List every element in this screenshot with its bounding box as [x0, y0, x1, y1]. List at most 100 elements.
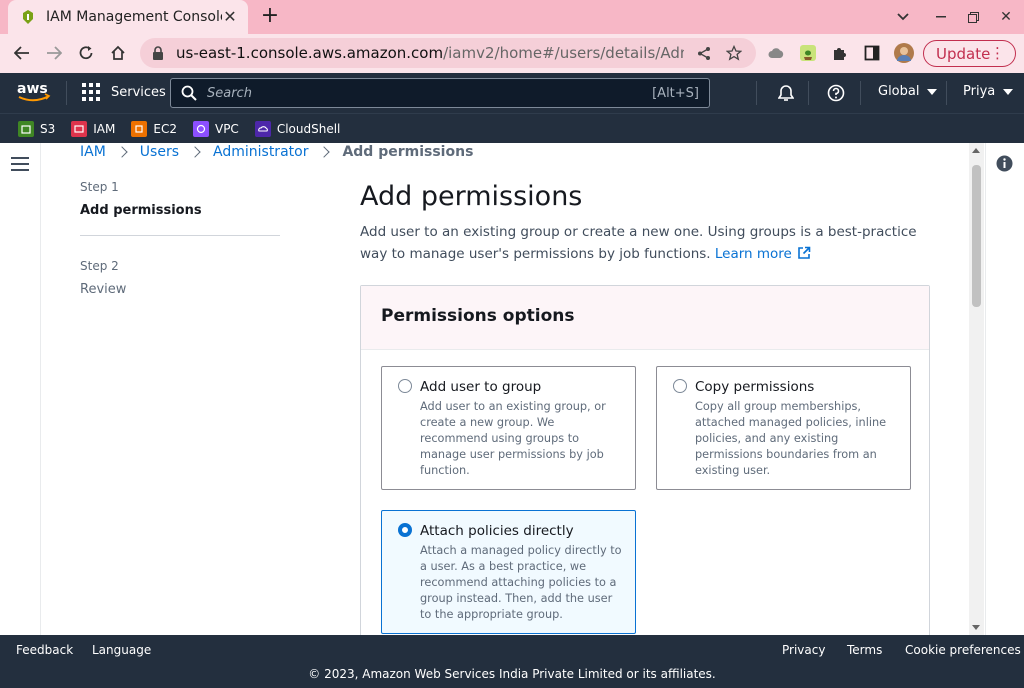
back-icon[interactable] [10, 41, 34, 65]
step-2-number: Step 2 [80, 259, 119, 273]
scroll-up-icon[interactable] [972, 148, 980, 153]
option-attach-policies-directly[interactable]: Attach policies directly Attach a manage… [381, 510, 636, 634]
services-menu[interactable]: Services [82, 83, 166, 101]
more-vert-icon: ⋮ [990, 44, 1005, 62]
nav-divider [808, 81, 809, 105]
new-tab-icon[interactable]: + [258, 5, 282, 29]
scrollbar-thumb[interactable] [972, 165, 981, 307]
step-divider [80, 235, 280, 236]
favorites-bar: S3 IAM EC2 VPC CloudShell [0, 113, 1024, 143]
help-panel-rail [985, 143, 1024, 635]
radio-add-user-to-group[interactable] [398, 379, 412, 393]
option-copy-permissions[interactable]: Copy permissions Copy all group membersh… [656, 366, 911, 490]
help-icon[interactable] [826, 83, 846, 103]
option-description: Add user to an existing group, or create… [420, 400, 606, 477]
search-icon [181, 85, 197, 101]
option-title: Copy permissions [695, 379, 815, 395]
forward-icon[interactable] [42, 41, 66, 65]
chevron-right-icon [318, 145, 331, 158]
page-scrollbar[interactable] [969, 143, 984, 635]
cloudshell-icon [254, 120, 271, 137]
panel-header: Permissions options [361, 286, 929, 350]
learn-more-link[interactable]: Learn more [715, 246, 811, 262]
minimize-icon[interactable] [930, 6, 952, 28]
aws-logo[interactable]: aws [16, 80, 52, 106]
radio-attach-policies-directly[interactable] [398, 523, 412, 537]
home-icon[interactable] [106, 41, 130, 65]
step-1-title: Add permissions [80, 203, 202, 218]
info-icon[interactable] [996, 155, 1013, 172]
search-shortcut-hint: [Alt+S] [652, 85, 699, 101]
notifications-bell-icon[interactable] [776, 83, 796, 103]
address-bar[interactable]: us-east-1.console.aws.amazon.com/iamv2/h… [140, 38, 756, 68]
copyright-text: © 2023, Amazon Web Services India Privat… [308, 667, 716, 681]
radio-copy-permissions[interactable] [673, 379, 687, 393]
browser-tab[interactable]: IAM Management Console ✕ [8, 0, 248, 34]
step-1-number: Step 1 [80, 180, 119, 194]
search-input[interactable] [207, 85, 653, 101]
page-description-text: Add user to an existing group or create … [360, 224, 917, 262]
profile-avatar[interactable] [893, 42, 915, 64]
ec2-icon [131, 120, 148, 137]
services-label: Services [111, 84, 166, 100]
main-content: IAM Users Administrator Add permissions … [42, 143, 969, 635]
tab-search-icon[interactable] [892, 6, 914, 28]
cookie-preferences-link[interactable]: Cookie preferences [905, 643, 1021, 657]
favorite-s3[interactable]: S3 [18, 120, 55, 137]
account-label: Priya [963, 84, 996, 99]
favorite-cloudshell[interactable]: CloudShell [254, 120, 340, 137]
browser-toolbar: us-east-1.console.aws.amazon.com/iamv2/h… [0, 34, 1024, 73]
bookmark-star-icon[interactable] [724, 43, 744, 63]
sidepanel-icon[interactable] [861, 42, 883, 64]
restore-icon[interactable] [962, 6, 984, 28]
extension-plant-icon[interactable] [797, 42, 819, 64]
aws-favicon-icon [20, 9, 36, 25]
aws-top-nav: aws Services [Alt+S] Global Priya [0, 73, 1024, 113]
page-title: Add permissions [360, 181, 583, 212]
permissions-options-panel: Permissions options Add user to group Ad… [360, 285, 930, 635]
favorite-ec2[interactable]: EC2 [131, 120, 177, 137]
browser-tab-strip: IAM Management Console ✕ + ✕ [0, 0, 1024, 34]
favorite-vpc[interactable]: VPC [192, 120, 239, 137]
close-window-icon[interactable]: ✕ [995, 6, 1017, 28]
nav-divider [756, 81, 757, 105]
breadcrumb-administrator[interactable]: Administrator [213, 144, 308, 160]
share-icon[interactable] [694, 43, 714, 63]
iam-icon [71, 120, 88, 137]
scroll-down-icon[interactable] [972, 625, 980, 630]
update-label: Update [936, 44, 991, 63]
privacy-link[interactable]: Privacy [782, 643, 825, 657]
url-text: us-east-1.console.aws.amazon.com/iamv2/h… [176, 44, 684, 62]
caret-down-icon [1003, 88, 1014, 95]
search-box[interactable]: [Alt+S] [170, 78, 710, 108]
region-menu[interactable]: Global [878, 84, 938, 99]
step-2-title: Review [80, 282, 127, 297]
menu-icon[interactable] [11, 157, 29, 171]
language-link[interactable]: Language [92, 643, 151, 657]
terms-link[interactable]: Terms [847, 643, 882, 657]
page-description: Add user to an existing group or create … [360, 221, 940, 265]
external-link-icon [797, 245, 811, 259]
breadcrumb-iam[interactable]: IAM [80, 144, 106, 160]
account-menu[interactable]: Priya [963, 84, 1014, 99]
chevron-right-icon [116, 145, 128, 158]
footer: Feedback Language Privacy Terms Cookie p… [0, 635, 1024, 688]
nav-divider [946, 81, 947, 105]
breadcrumb: IAM Users Administrator Add permissions [80, 143, 473, 160]
option-title: Add user to group [420, 379, 542, 395]
panel-title: Permissions options [381, 306, 575, 326]
update-button[interactable]: Update ⋮ [923, 40, 1016, 67]
extension-cloud-icon[interactable] [765, 42, 787, 64]
option-description: Copy all group memberships, attached man… [695, 400, 887, 477]
tab-close-icon[interactable]: ✕ [222, 9, 238, 25]
svg-text:aws: aws [17, 81, 48, 97]
feedback-link[interactable]: Feedback [16, 643, 73, 657]
breadcrumb-users[interactable]: Users [140, 144, 179, 160]
extensions-puzzle-icon[interactable] [829, 42, 851, 64]
nav-divider [860, 81, 861, 105]
option-title: Attach policies directly [420, 523, 574, 539]
option-add-user-to-group[interactable]: Add user to group Add user to an existin… [381, 366, 636, 490]
reload-icon[interactable] [74, 41, 98, 65]
favorite-iam[interactable]: IAM [71, 120, 115, 137]
breadcrumb-current: Add permissions [342, 143, 474, 160]
